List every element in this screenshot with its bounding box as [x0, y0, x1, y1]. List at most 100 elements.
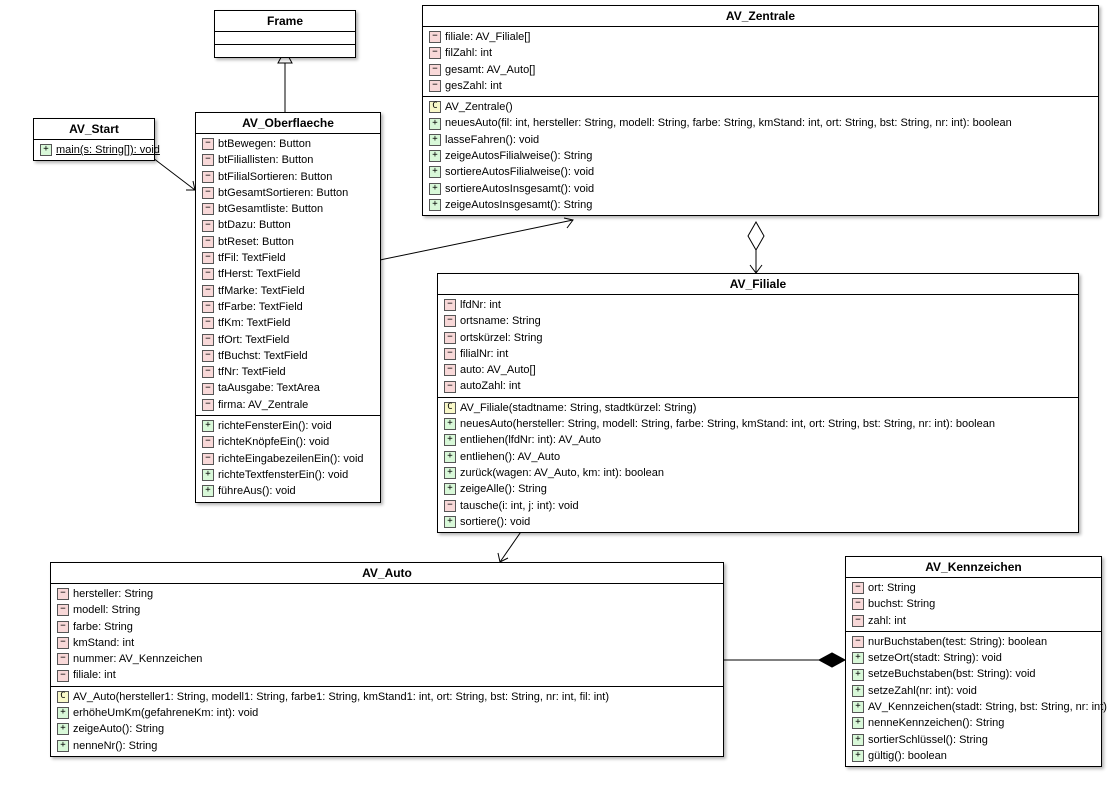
constructor-icon: C — [57, 691, 69, 703]
private-icon: − — [444, 332, 456, 344]
public-icon: + — [57, 723, 69, 735]
class-member: +zurück(wagen: AV_Auto, km: int): boolea… — [438, 465, 1078, 481]
class-member: −lfdNr: int — [438, 297, 1078, 313]
public-icon: + — [444, 434, 456, 446]
private-icon: − — [852, 636, 864, 648]
private-icon: − — [57, 621, 69, 633]
class-title: AV_Start — [34, 119, 154, 140]
constructor-icon: C — [429, 101, 441, 113]
private-icon: − — [429, 80, 441, 92]
class-member: −btFiliallisten: Button — [196, 152, 380, 168]
class-member: CAV_Auto(hersteller1: String, modell1: S… — [51, 689, 723, 705]
class-member: −farbe: String — [51, 619, 723, 635]
public-icon: + — [40, 144, 52, 156]
private-icon: − — [202, 334, 214, 346]
class-member: CAV_Filiale(stadtname: String, stadtkürz… — [438, 400, 1078, 416]
private-icon: − — [57, 604, 69, 616]
public-icon: + — [444, 483, 456, 495]
class-member: +main(s: String[]): void — [34, 142, 154, 158]
class-member: −buchst: String — [846, 596, 1101, 612]
class-member: −gesamt: AV_Auto[] — [423, 62, 1098, 78]
class-member: +gültig(): boolean — [846, 748, 1101, 764]
class-member: +zeigeAutosFilialweise(): String — [423, 148, 1098, 164]
public-icon: + — [429, 199, 441, 211]
private-icon: − — [202, 285, 214, 297]
public-icon: + — [852, 669, 864, 681]
class-member: −btFilialSortieren: Button — [196, 169, 380, 185]
public-icon: + — [202, 485, 214, 497]
class-member: CAV_Zentrale() — [423, 99, 1098, 115]
public-icon: + — [429, 118, 441, 130]
class-member: −ort: String — [846, 580, 1101, 596]
private-icon: − — [852, 598, 864, 610]
class-member: −tfMarke: TextField — [196, 283, 380, 299]
class-member: +neuesAuto(fil: int, hersteller: String,… — [423, 115, 1098, 131]
private-icon: − — [202, 453, 214, 465]
public-icon: + — [57, 707, 69, 719]
class-member: +sortiereAutosInsgesamt(): void — [423, 181, 1098, 197]
public-icon: + — [444, 418, 456, 430]
public-icon: + — [202, 469, 214, 481]
class-member: −kmStand: int — [51, 635, 723, 651]
class-member: −filialNr: int — [438, 346, 1078, 362]
private-icon: − — [202, 383, 214, 395]
private-icon: − — [444, 381, 456, 393]
private-icon: − — [202, 301, 214, 313]
class-av-filiale: AV_Filiale −lfdNr: int−ortsname: String−… — [437, 273, 1079, 533]
public-icon: + — [57, 740, 69, 752]
class-title: Frame — [215, 11, 355, 32]
public-icon: + — [202, 420, 214, 432]
class-member: +zeigeAuto(): String — [51, 721, 723, 737]
public-icon: + — [852, 685, 864, 697]
class-member: −filiale: AV_Filiale[] — [423, 29, 1098, 45]
class-member: −tfHerst: TextField — [196, 266, 380, 282]
public-icon: + — [429, 183, 441, 195]
public-icon: + — [429, 134, 441, 146]
class-member: +lasseFahren(): void — [423, 132, 1098, 148]
class-member: −btReset: Button — [196, 234, 380, 250]
class-member: −tfOrt: TextField — [196, 332, 380, 348]
private-icon: − — [202, 252, 214, 264]
class-member: −ortsname: String — [438, 313, 1078, 329]
class-member: −tfBuchst: TextField — [196, 348, 380, 364]
class-member: −btGesamtSortieren: Button — [196, 185, 380, 201]
class-member: +zeigeAlle(): String — [438, 481, 1078, 497]
class-member: −tausche(i: int, j: int): void — [438, 498, 1078, 514]
class-member: −tfNr: TextField — [196, 364, 380, 380]
class-member: +setzeOrt(stadt: String): void — [846, 650, 1101, 666]
class-av-kennzeichen: AV_Kennzeichen −ort: String−buchst: Stri… — [845, 556, 1102, 767]
private-icon: − — [202, 236, 214, 248]
class-title: AV_Oberflaeche — [196, 113, 380, 134]
private-icon: − — [202, 436, 214, 448]
class-member: −tfKm: TextField — [196, 315, 380, 331]
public-icon: + — [444, 451, 456, 463]
class-member: −btBewegen: Button — [196, 136, 380, 152]
private-icon: − — [852, 615, 864, 627]
class-member: −tfFil: TextField — [196, 250, 380, 266]
class-av-start: AV_Start +main(s: String[]): void — [33, 118, 155, 161]
class-member: −filZahl: int — [423, 45, 1098, 61]
class-member: −autoZahl: int — [438, 378, 1078, 394]
class-member: −filiale: int — [51, 667, 723, 683]
class-member: +sortiereAutosFilialweise(): void — [423, 164, 1098, 180]
class-title: AV_Zentrale — [423, 6, 1098, 27]
public-icon: + — [429, 166, 441, 178]
class-member: +sortierSchlüssel(): String — [846, 732, 1101, 748]
class-member: −nurBuchstaben(test: String): boolean — [846, 634, 1101, 650]
class-frame: Frame — [214, 10, 356, 58]
private-icon: − — [429, 31, 441, 43]
class-member: +entliehen(lfdNr: int): AV_Auto — [438, 432, 1078, 448]
private-icon: − — [429, 47, 441, 59]
private-icon: − — [202, 220, 214, 232]
private-icon: − — [202, 187, 214, 199]
class-member: +richteFensterEin(): void — [196, 418, 380, 434]
class-member: −zahl: int — [846, 613, 1101, 629]
public-icon: + — [852, 734, 864, 746]
private-icon: − — [202, 138, 214, 150]
private-icon: − — [202, 171, 214, 183]
public-icon: + — [852, 750, 864, 762]
class-member: +erhöheUmKm(gefahreneKm: int): void — [51, 705, 723, 721]
class-member: −modell: String — [51, 602, 723, 618]
class-member: +sortiere(): void — [438, 514, 1078, 530]
class-member: −richteEingabezeilenEin(): void — [196, 451, 380, 467]
